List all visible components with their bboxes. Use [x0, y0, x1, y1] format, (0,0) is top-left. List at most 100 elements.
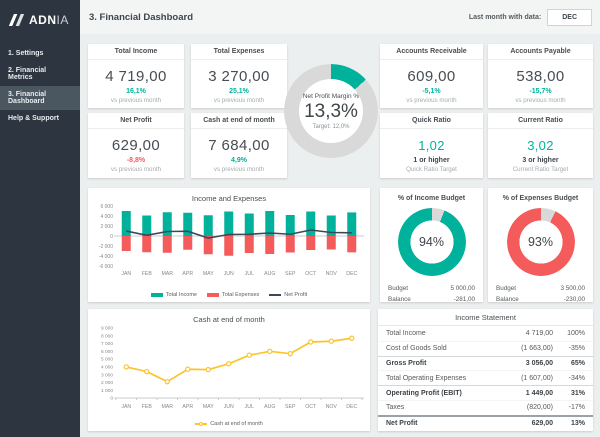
svg-text:2 000: 2 000 — [100, 224, 113, 230]
sidebar-item[interactable]: 3. Financial Dashboard — [0, 86, 80, 110]
svg-text:0: 0 — [110, 396, 113, 402]
kpi-note: vs previous month — [191, 166, 287, 173]
page-title: 3. Financial Dashboard — [89, 12, 193, 23]
donut-label: 93% — [507, 208, 575, 276]
kpi-title: Total Expenses — [191, 44, 287, 60]
svg-text:MAR: MAR — [161, 404, 173, 410]
cash-chart: 9 0008 0007 0006 0005 0004 0003 0002 000… — [88, 324, 370, 414]
svg-text:AUG: AUG — [264, 271, 275, 277]
svg-text:8 000: 8 000 — [101, 333, 113, 339]
adnia-logo-text: ADNIA — [29, 13, 69, 27]
table-row: Total Operating Expenses(1 607,00)-34% — [378, 370, 593, 385]
svg-text:SEP: SEP — [285, 271, 296, 277]
expenses-budget-donut-wrap: 93% — [507, 208, 575, 276]
kpi-change: 4,9% — [191, 157, 287, 164]
legend-item: Total Income — [151, 292, 197, 298]
kpi-value: 7 684,00 — [191, 137, 287, 154]
donut-title: % of Expenses Budget — [488, 195, 593, 202]
ratio-target: 1 or higher — [380, 157, 483, 164]
income-statement-rows: Total Income4 719,00100%Cost of Goods So… — [378, 326, 593, 430]
kpi-title: Net Profit — [88, 113, 184, 129]
income-expenses-chart-card: Income and Expenses 6 0004 0002 0000-2 0… — [88, 188, 370, 302]
kpi-title: Quick Ratio — [380, 113, 483, 129]
cash-end-month-card: Cash at end of month 7 684,00 4,9% vs pr… — [191, 113, 287, 178]
quick-ratio-card: Quick Ratio 1,02 1 or higher Quick Ratio… — [380, 113, 483, 178]
svg-text:6 000: 6 000 — [100, 204, 113, 210]
svg-text:JUL: JUL — [245, 404, 254, 410]
logo-light: IA — [57, 13, 69, 27]
kpi-value: 629,00 — [88, 137, 184, 154]
sidebar-item[interactable]: 2. Financial Metrics — [0, 62, 80, 86]
gauge-value: 13,3% — [304, 101, 358, 123]
svg-text:7 000: 7 000 — [101, 341, 113, 347]
budget-value: 3 500,00 — [560, 283, 585, 294]
sidebar-item[interactable]: 1. Settings — [0, 45, 80, 62]
ratio-value: 3,02 — [488, 138, 593, 153]
svg-text:AUG: AUG — [264, 404, 275, 410]
svg-text:FEB: FEB — [142, 271, 153, 277]
main-content: 3. Financial Dashboard Last month with d… — [80, 0, 600, 437]
svg-text:NOV: NOV — [326, 404, 338, 410]
svg-text:-2 000: -2 000 — [99, 244, 113, 250]
kpi-note: vs previous month — [88, 97, 184, 104]
svg-text:3 000: 3 000 — [101, 372, 113, 378]
svg-text:JAN: JAN — [121, 404, 131, 410]
svg-text:FEB: FEB — [142, 404, 153, 410]
svg-text:9 000: 9 000 — [101, 326, 113, 332]
table-row: Operating Profit (EBIT)1 449,0031% — [378, 385, 593, 400]
balance-label: Balance — [388, 294, 411, 305]
expenses-budget-card: % of Expenses Budget 93% Budget3 500,00 … — [488, 188, 593, 302]
adnia-logo: ADNIA — [0, 0, 80, 39]
chart-title: Income and Expenses — [88, 188, 370, 203]
ratio-target-note: Quick Ratio Target — [380, 166, 483, 173]
kpi-note: vs previous month — [191, 97, 287, 104]
budget-rows: Budget3 500,00 Balance-230,00 — [488, 283, 593, 305]
kpi-title: Total Income — [88, 44, 184, 60]
cash-chart-card: Cash at end of month 9 0008 000 7 000 6 00… — [88, 309, 370, 431]
table-row: Cost of Goods Sold(1 663,00)-35% — [378, 341, 593, 356]
kpi-change: 25,1% — [191, 88, 287, 95]
net-profit-margin-gauge: Net Profit Margin % 13,3% Target: 12,0% — [276, 56, 386, 166]
balance-value: -281,00 — [454, 294, 475, 305]
kpi-value: 4 719,00 — [88, 68, 184, 85]
budget-value: 5 000,00 — [450, 283, 475, 294]
legend-item: Cash at end of month — [195, 421, 263, 427]
svg-text:6 000: 6 000 — [101, 349, 113, 355]
svg-text:MAR: MAR — [161, 271, 173, 277]
income-statement-card: Income Statement Total Income4 719,00100… — [378, 309, 593, 431]
total-income-card: Total Income 4 719,00 16,1% vs previous … — [88, 44, 184, 108]
svg-text:MAY: MAY — [203, 404, 214, 410]
current-ratio-card: Current Ratio 3,02 3 or higher Current R… — [488, 113, 593, 178]
svg-text:APR: APR — [182, 404, 193, 410]
kpi-change: 16,1% — [88, 88, 184, 95]
ratio-target: 3 or higher — [488, 157, 593, 164]
sidebar-item[interactable]: Help & Support — [0, 110, 80, 127]
table-row: Net Profit629,0013% — [378, 415, 593, 430]
svg-text:OCT: OCT — [305, 404, 317, 410]
net-profit-card: Net Profit 629,00 -8,8% vs previous mont… — [88, 113, 184, 178]
kpi-change: -8,8% — [88, 157, 184, 164]
last-month-button[interactable]: DEC — [547, 9, 592, 26]
top-bar: 3. Financial Dashboard Last month with d… — [80, 0, 600, 34]
income-expenses-chart: 6 0004 0002 0000-2 000-4 000-6 000JANFEB… — [88, 203, 370, 283]
svg-text:DEC: DEC — [346, 271, 357, 277]
income-budget-donut-wrap: 94% — [398, 208, 466, 276]
kpi-value: 3 270,00 — [191, 68, 287, 85]
net-profit-margin-hole: Net Profit Margin % 13,3% Target: 12,0% — [299, 79, 363, 143]
svg-text:NOV: NOV — [326, 271, 338, 277]
chart-legend: Cash at end of month — [88, 421, 370, 427]
donut-title: % of Income Budget — [380, 195, 483, 202]
svg-text:MAY: MAY — [203, 271, 214, 277]
kpi-title: Cash at end of month — [191, 113, 287, 129]
accounts-payable-card: Accounts Payable 538,00 -15,7% vs previo… — [488, 44, 593, 108]
svg-text:JAN: JAN — [121, 271, 131, 277]
svg-text:-6 000: -6 000 — [99, 264, 113, 270]
adnia-logo-icon — [8, 13, 25, 27]
kpi-change: -15,7% — [488, 88, 593, 95]
gauge-target: Target: 12,0% — [312, 124, 349, 130]
svg-text:5 000: 5 000 — [101, 357, 113, 363]
kpi-value: 538,00 — [488, 68, 593, 85]
chart-legend: Total IncomeTotal ExpensesNet Profit — [88, 292, 370, 298]
kpi-value: 609,00 — [380, 68, 483, 85]
donut-label: 94% — [398, 208, 466, 276]
